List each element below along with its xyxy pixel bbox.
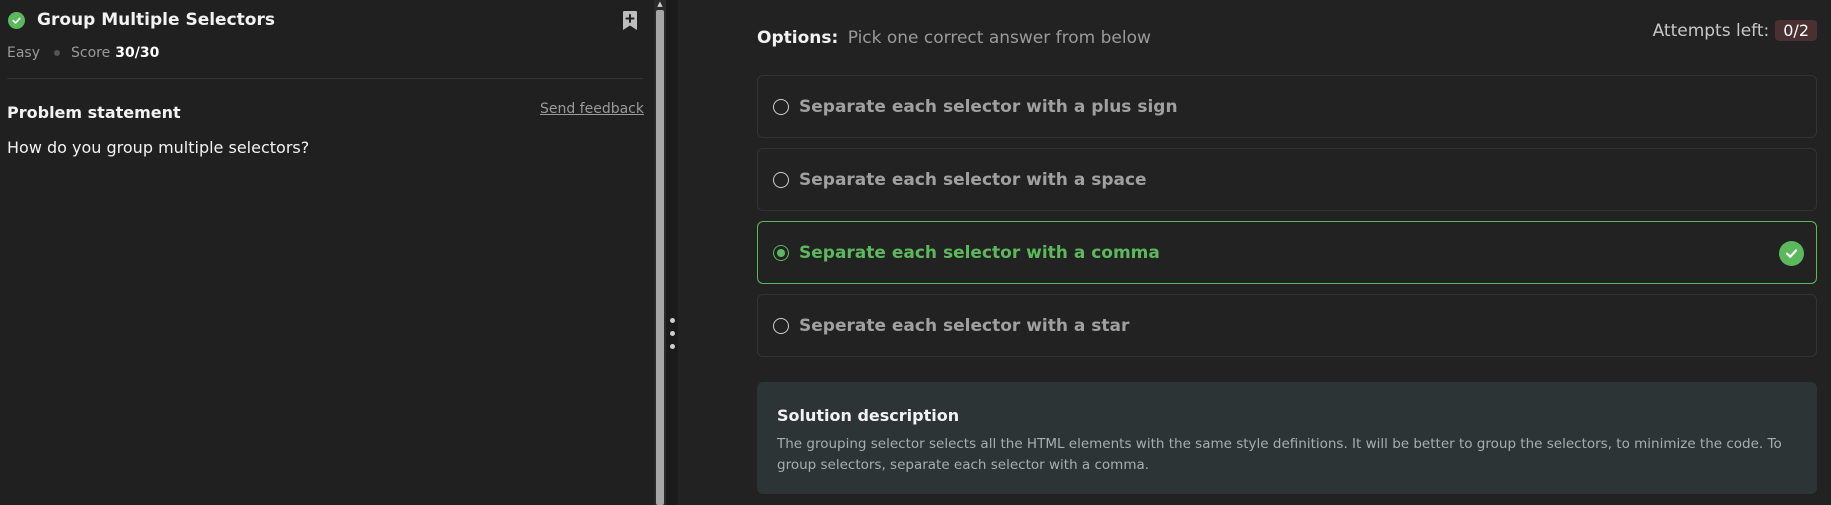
problem-panel: Group Multiple Selectors Easy Score 30/3…	[0, 0, 654, 505]
solution-text: The grouping selector selects all the HT…	[777, 436, 1782, 473]
radio-button-selected[interactable]	[773, 244, 789, 261]
options-label: Options:	[757, 28, 839, 48]
option-star[interactable]: Seperate each selector with a star	[757, 294, 1817, 357]
solution-title: Solution description	[777, 406, 960, 425]
radio-button[interactable]	[773, 171, 789, 188]
option-label: Separate each selector with a plus sign	[799, 96, 1178, 117]
options-header: Options: Pick one correct answer from be…	[757, 28, 1151, 48]
option-label: Separate each selector with a space	[799, 169, 1147, 190]
separator-dot	[54, 50, 61, 56]
problem-statement-heading: Problem statement	[7, 103, 181, 122]
options-hint: Pick one correct answer from below	[847, 28, 1151, 48]
grip-dot-icon	[670, 318, 675, 323]
option-label: Separate each selector with a comma	[799, 242, 1160, 263]
meta-row: Easy Score 30/30	[7, 45, 159, 61]
bookmark-add-icon[interactable]	[621, 10, 639, 32]
check-circle-icon	[1779, 241, 1804, 266]
attempts-left: Attempts left: 0/2	[1653, 20, 1817, 41]
attempts-badge: 0/2	[1775, 20, 1817, 41]
score-value: 30/30	[115, 45, 160, 61]
radio-button[interactable]	[773, 317, 789, 334]
option-plus-sign[interactable]: Separate each selector with a plus sign	[757, 75, 1817, 138]
problem-question: How do you group multiple selectors?	[7, 138, 310, 157]
option-comma[interactable]: Separate each selector with a comma	[757, 221, 1817, 284]
attempts-label: Attempts left:	[1652, 20, 1770, 41]
send-feedback-link[interactable]: Send feedback	[540, 101, 644, 117]
score-label: Score	[71, 45, 111, 61]
solution-description-card: Solution description The grouping select…	[757, 382, 1817, 494]
grip-dot-icon	[670, 344, 675, 349]
scrollbar-thumb[interactable]	[656, 10, 664, 505]
scroll-up-arrow-icon[interactable]: ▲	[655, 0, 665, 8]
panel-resize-handle[interactable]	[666, 0, 678, 505]
option-space[interactable]: Separate each selector with a space	[757, 148, 1817, 211]
radio-dot	[777, 248, 785, 257]
radio-button[interactable]	[773, 98, 789, 115]
problem-title: Group Multiple Selectors	[37, 10, 275, 30]
option-label: Seperate each selector with a star	[799, 315, 1130, 336]
solved-check-icon	[8, 11, 25, 29]
grip-dot-icon	[670, 331, 675, 336]
divider	[7, 78, 643, 79]
problem-page: Group Multiple Selectors Easy Score 30/3…	[0, 0, 1831, 505]
title-row: Group Multiple Selectors	[8, 10, 275, 30]
difficulty-label: Easy	[7, 45, 41, 61]
